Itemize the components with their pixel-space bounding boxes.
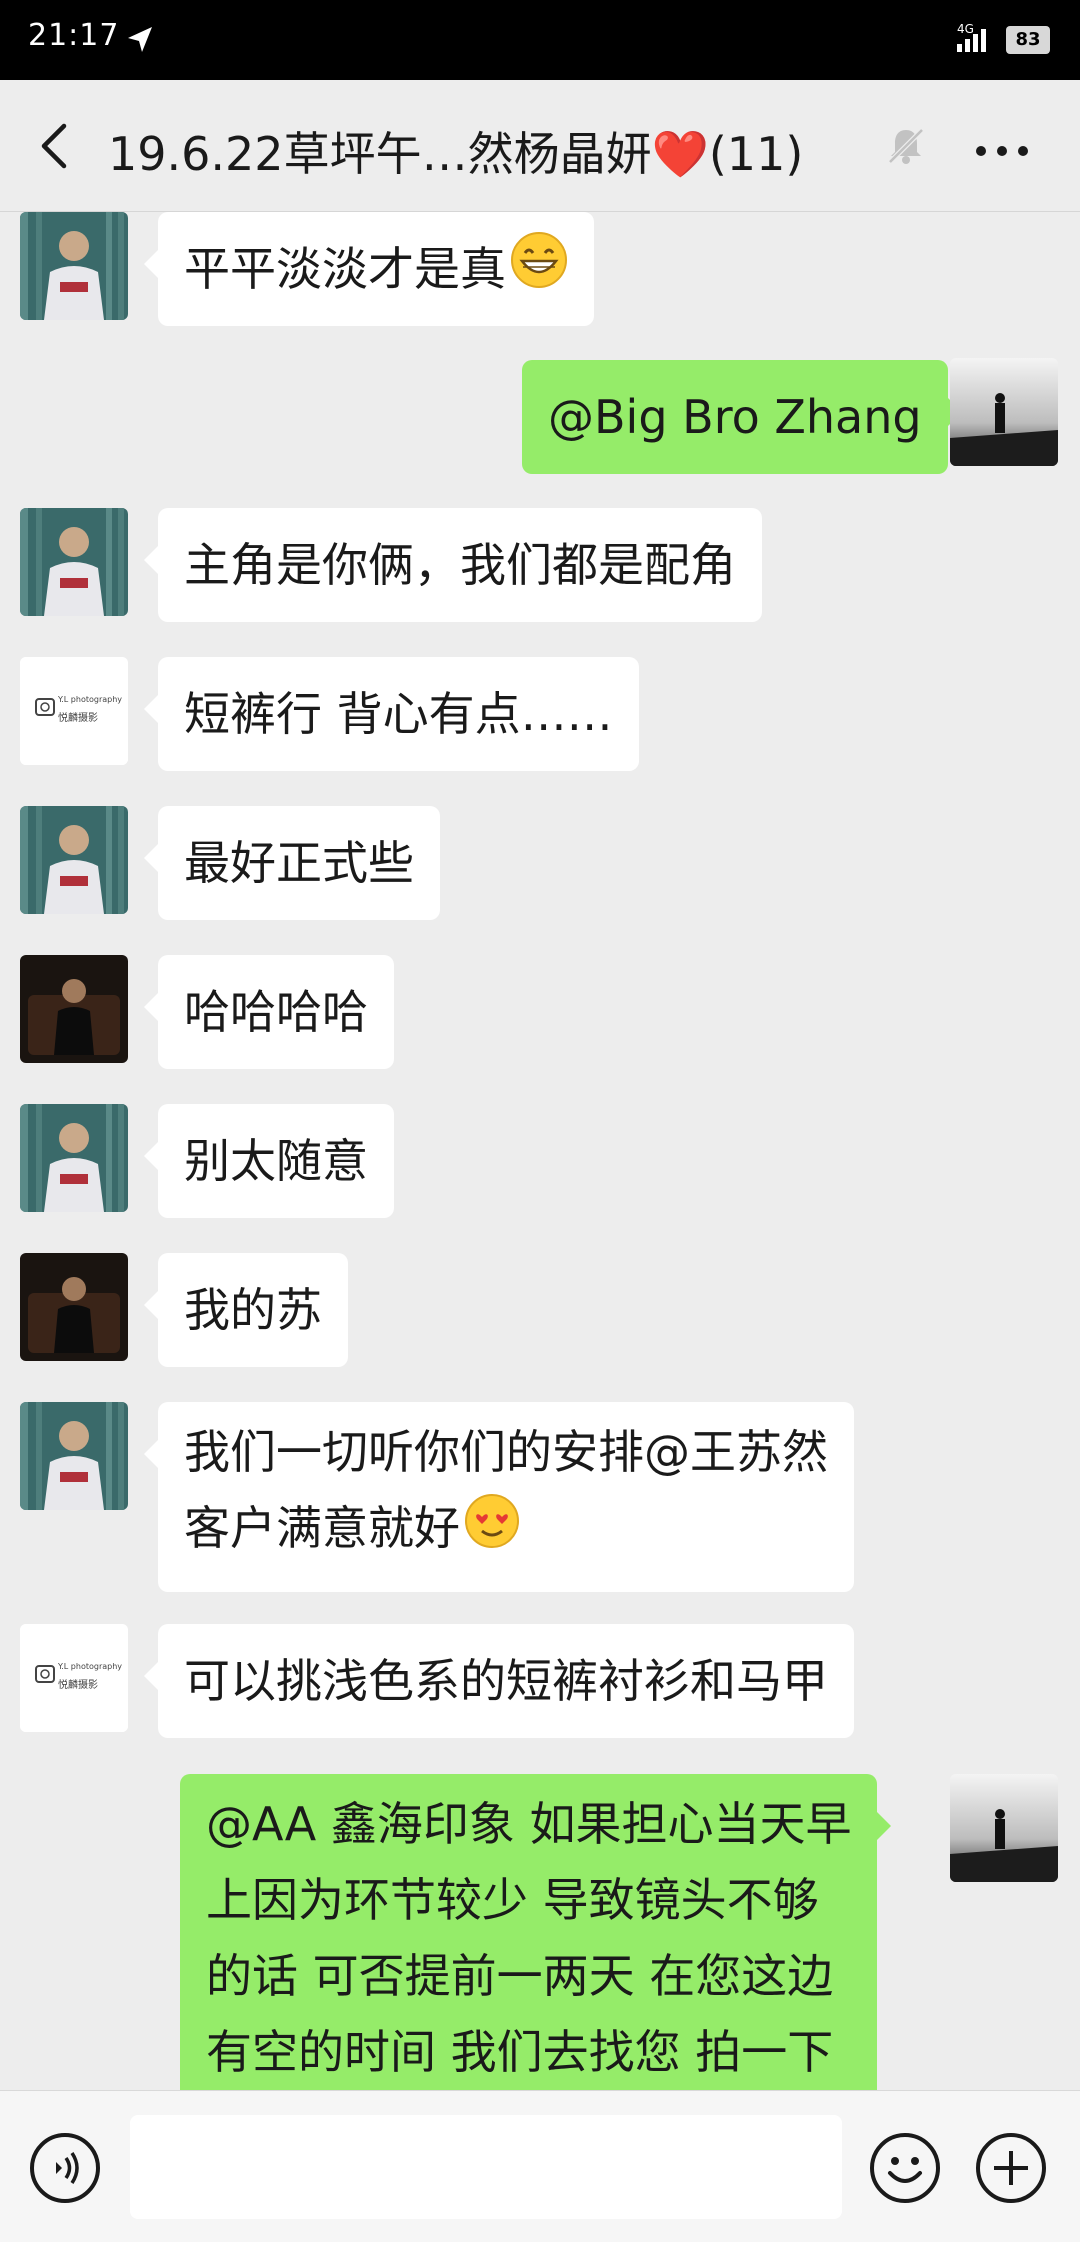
message-list[interactable]: 平平淡淡才是真 @Big Bro Zhang 主角是你俩，我们都是配角 Y.L …: [0, 212, 1080, 2090]
message-text-line-2: 客户满意就好: [184, 1490, 828, 1571]
message-text: 短裤行 背心有点……: [184, 687, 613, 741]
logo-text-cn: 悦麟摄影: [58, 713, 98, 724]
emoji-icon[interactable]: [868, 2131, 942, 2209]
dark-avatar[interactable]: [20, 1253, 128, 1361]
message-text: 哈哈哈哈: [184, 985, 368, 1039]
message-text: 别太随意: [184, 1134, 368, 1188]
message-text: @Big Bro Zhang: [548, 390, 922, 444]
message-text-line: 的话 可否提前一两天 在您这边: [206, 1949, 834, 2003]
man-avatar[interactable]: [20, 508, 128, 616]
status-time: 21:17: [28, 18, 120, 53]
message-text: 我的苏: [184, 1283, 322, 1337]
chat-header: 19.6.22草坪午…然杨晶妍❤️(11): [0, 80, 1080, 212]
message-bubble[interactable]: 可以挑浅色系的短裤衬衫和马甲: [144, 1624, 854, 1738]
message-text-line: 上因为环节较少 导致镜头不够: [206, 1873, 819, 1927]
man-avatar[interactable]: [20, 1402, 128, 1510]
message-text-line: @AA 鑫海印象 如果担心当天早: [206, 1797, 852, 1851]
self-avatar[interactable]: [950, 1774, 1058, 1882]
man-avatar[interactable]: [20, 1104, 128, 1212]
message-text-line: 有空的时间 我们去找您 拍一下: [206, 2025, 834, 2079]
message-bubble[interactable]: 主角是你俩，我们都是配角: [144, 508, 762, 622]
message-bubble[interactable]: 哈哈哈哈: [144, 955, 394, 1069]
more-options-icon[interactable]: [975, 142, 1029, 161]
logo-text-cn: 悦麟摄影: [58, 1680, 98, 1691]
input-bar: [0, 2090, 1080, 2242]
location-arrow-icon: [124, 24, 156, 60]
message-bubble[interactable]: @AA 鑫海印象 如果担心当天早 上因为环节较少 导致镜头不够 的话 可否提前一…: [180, 1774, 892, 2090]
chat-title: 19.6.22草坪午…然杨晶妍❤️(11): [108, 127, 804, 181]
self-avatar[interactable]: [950, 358, 1058, 466]
man-avatar[interactable]: [20, 806, 128, 914]
status-bar: 21:17 4G 83: [0, 0, 1080, 80]
studio-logo-avatar[interactable]: Y.L photography 悦麟摄影: [20, 1624, 128, 1732]
message-text: 最好正式些: [184, 836, 414, 890]
more-functions-plus-icon[interactable]: [974, 2131, 1048, 2209]
message-text: 平平淡淡才是真: [184, 242, 506, 296]
logo-text-en: Y.L photography: [58, 695, 123, 704]
dark-avatar[interactable]: [20, 955, 128, 1063]
signal-icon: [955, 24, 995, 58]
mute-bell-icon: [884, 124, 928, 172]
man-avatar[interactable]: [20, 212, 128, 320]
voice-input-icon[interactable]: [28, 2131, 102, 2209]
message-bubble[interactable]: 我的苏: [144, 1253, 348, 1367]
message-text: 主角是你俩，我们都是配角: [184, 538, 736, 592]
message-bubble[interactable]: 别太随意: [144, 1104, 394, 1218]
battery-indicator: 83: [1006, 26, 1050, 54]
heart-eyes-emoji-icon: [464, 1493, 520, 1571]
message-bubble[interactable]: 最好正式些: [144, 806, 440, 920]
grin-emoji-icon: [510, 216, 568, 330]
message-bubble[interactable]: 我们一切听你们的安排@王苏然 客户满意就好: [144, 1402, 854, 1592]
message-bubble[interactable]: @Big Bro Zhang: [522, 360, 962, 474]
message-input[interactable]: [130, 2115, 842, 2219]
back-arrow-icon[interactable]: [34, 120, 74, 172]
message-bubble[interactable]: 短裤行 背心有点……: [144, 657, 639, 771]
message-text: 可以挑浅色系的短裤衬衫和马甲: [184, 1654, 828, 1708]
logo-text-en: Y.L photography: [58, 1662, 123, 1671]
studio-logo-avatar[interactable]: Y.L photography 悦麟摄影: [20, 657, 128, 765]
message-text-line: 我们一切听你们的安排@王苏然: [184, 1425, 828, 1479]
message-bubble[interactable]: 平平淡淡才是真: [144, 212, 594, 326]
